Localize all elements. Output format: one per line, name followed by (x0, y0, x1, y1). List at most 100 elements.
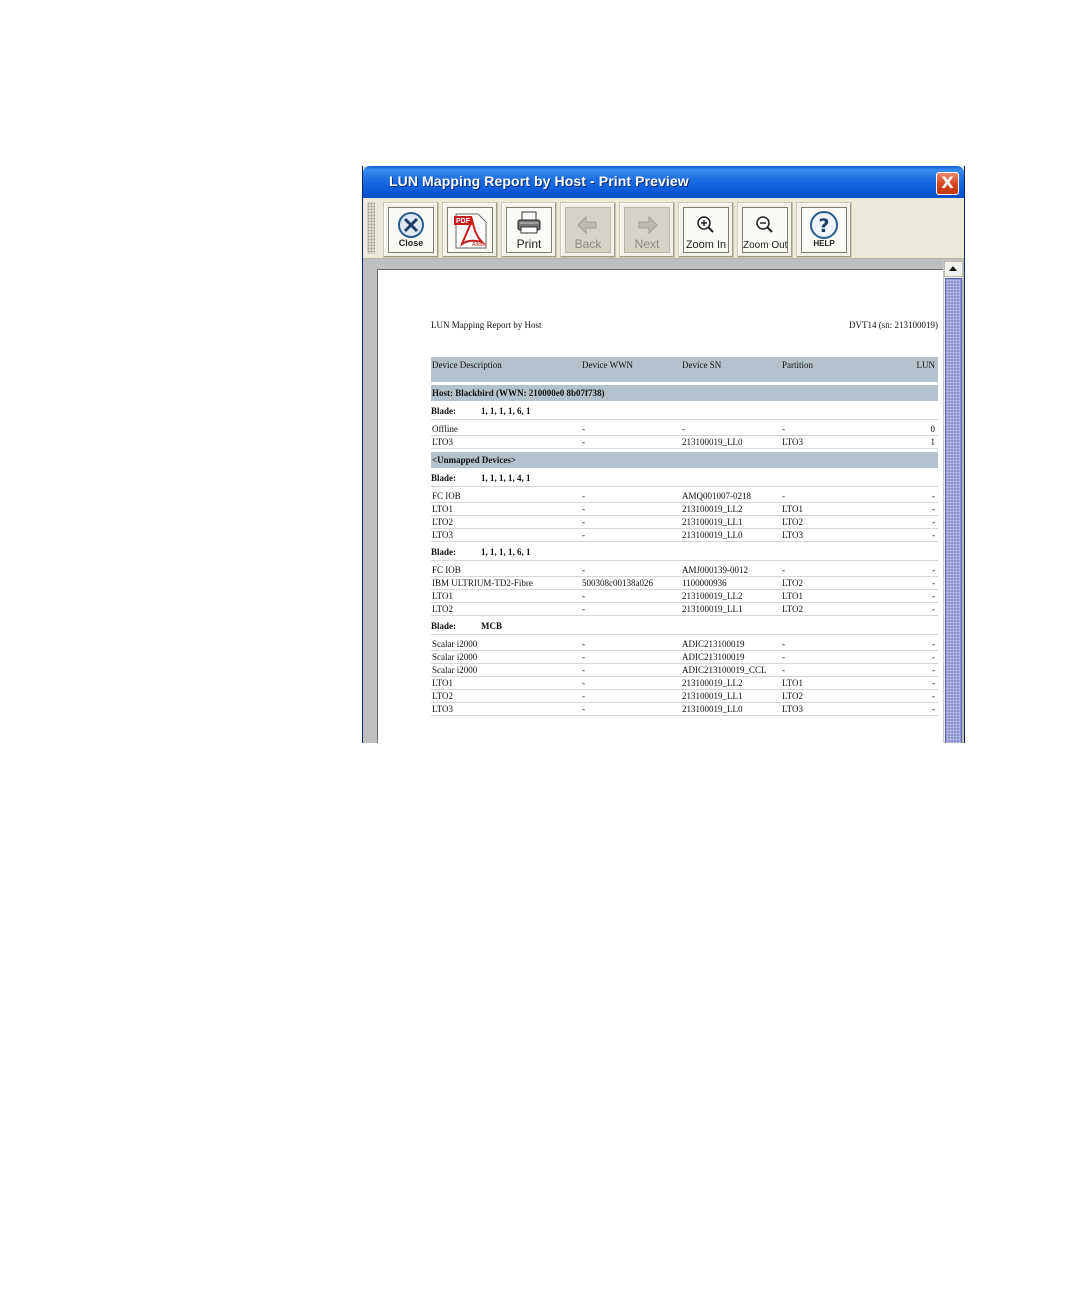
table-cell: - (932, 604, 935, 614)
table-cell: - (582, 639, 585, 649)
table-row: LTO1 - 213100019_LL2 LTO1 - (431, 677, 938, 690)
close-button-label: Close (398, 238, 424, 248)
table-cell: LTO2 (782, 691, 804, 701)
table-cell: LTO2 (432, 604, 454, 614)
table-cell: LTO3 (782, 704, 804, 714)
table-cell: - (782, 665, 785, 675)
table-row: Scalar i2000 - ADIC213100019 - - (431, 651, 938, 664)
table-cell: LTO1 (432, 591, 454, 601)
table-cell: - (582, 565, 585, 575)
table-cell: LTO2 (432, 691, 454, 701)
window-title: LUN Mapping Report by Host - Print Previ… (389, 173, 689, 189)
table-cell: - (682, 424, 685, 434)
vertical-scrollbar[interactable] (943, 261, 963, 743)
next-button[interactable]: Next (619, 202, 675, 258)
table-cell: - (582, 678, 585, 688)
table-cell: FC IOB (432, 565, 461, 575)
column-header: Partition (782, 360, 813, 370)
scroll-up-button[interactable] (944, 261, 963, 277)
toolbar-grip[interactable] (367, 202, 375, 254)
zoom-in-button[interactable]: Zoom In (678, 202, 734, 258)
table-cell: - (582, 665, 585, 675)
table-row: LTO2 - 213100019_LL1 LTO2 - (431, 603, 938, 616)
column-header: Device SN (682, 360, 722, 370)
zoom-out-button[interactable]: Zoom Out (737, 202, 793, 258)
table-row: Scalar i2000 - ADIC213100019_CCL - - (431, 664, 938, 677)
table-cell: 213100019_LL0 (682, 530, 743, 540)
blade-label: Blade: (431, 473, 457, 483)
window-close-button[interactable]: X (936, 172, 959, 195)
table-cell: - (932, 678, 935, 688)
table-cell: AMQ001007-0218 (682, 491, 751, 501)
table-cell: 213100019_LL0 (682, 437, 743, 447)
table-row: LTO2 - 213100019_LL1 LTO2 - (431, 516, 938, 529)
zoom-in-button-label: Zoom In (685, 239, 727, 251)
blade-value: 1, 1, 1, 1, 6, 1 (481, 547, 531, 557)
table-cell: - (932, 491, 935, 501)
preview-area: LUN Mapping Report by Host DVT14 (sn: 21… (363, 259, 964, 743)
table-cell: - (582, 530, 585, 540)
blade-label: Blade: (431, 621, 457, 631)
table-cell: - (782, 639, 785, 649)
table-cell: - (782, 491, 785, 501)
back-button[interactable]: Back (560, 202, 616, 258)
table-cell: - (782, 424, 785, 434)
table-cell: - (932, 565, 935, 575)
table-cell: IBM ULTRIUM-TD2-Fibre (432, 578, 533, 588)
section-heading: <Unmapped Devices> (431, 452, 938, 468)
adobe-pdf-icon: PDF Adobe (454, 213, 487, 249)
table-cell: 213100019_LL0 (682, 704, 743, 714)
table-cell: LTO1 (432, 678, 454, 688)
table-cell: LTO2 (432, 517, 454, 527)
table-cell: - (932, 517, 935, 527)
scroll-thumb[interactable] (945, 278, 962, 743)
table-cell: - (582, 504, 585, 514)
help-button-label: HELP (813, 239, 835, 248)
table-cell: - (582, 591, 585, 601)
table-row: Offline - - - 0 (431, 423, 938, 436)
table-cell: Scalar i2000 (432, 665, 478, 675)
table-cell: 500308c00138a026 (582, 578, 653, 588)
blade-heading: Blade: 1, 1, 1, 1, 4, 1 (431, 470, 938, 487)
blade-value: 1, 1, 1, 1, 4, 1 (481, 473, 531, 483)
blade-heading: Blade: 1, 1, 1, 1, 6, 1 (431, 403, 938, 420)
table-cell: LTO1 (782, 504, 804, 514)
blade-label: Blade: (431, 547, 457, 557)
table-cell: LTO3 (782, 437, 804, 447)
blade-heading: Blade: 1, 1, 1, 1, 6, 1 (431, 544, 938, 561)
print-button[interactable]: Print (501, 202, 557, 258)
table-cell: ADIC213100019 (682, 639, 745, 649)
report-page: LUN Mapping Report by Host DVT14 (sn: 21… (377, 269, 944, 743)
table-cell: - (932, 591, 935, 601)
blade-heading: Blade: MCB (431, 618, 938, 635)
table-cell: LTO3 (782, 530, 804, 540)
table-cell: LTO1 (432, 504, 454, 514)
column-header-bar: Device Description Device WWN Device SN … (431, 357, 938, 382)
table-cell: - (582, 424, 585, 434)
table-cell: - (582, 517, 585, 527)
back-button-label: Back (574, 237, 602, 251)
table-cell: FC IOB (432, 491, 461, 501)
table-row: LTO1 - 213100019_LL2 LTO1 - (431, 503, 938, 516)
report-body: Host: Blackbird (WWN: 210000e0 8b07f738)… (431, 385, 938, 716)
table-cell: 213100019_LL2 (682, 591, 743, 601)
table-cell: Scalar i2000 (432, 639, 478, 649)
table-cell: - (932, 639, 935, 649)
help-button[interactable]: ? HELP (796, 202, 852, 258)
table-row: LTO3 - 213100019_LL0 LTO3 - (431, 529, 938, 542)
table-cell: - (932, 691, 935, 701)
table-cell: LTO2 (782, 517, 804, 527)
table-cell: - (582, 437, 585, 447)
pdf-button[interactable]: PDF Adobe (442, 202, 498, 258)
table-cell: LTO2 (782, 578, 804, 588)
table-cell: 0 (930, 424, 936, 434)
report: LUN Mapping Report by Host DVT14 (sn: 21… (431, 320, 938, 716)
title-bar[interactable]: LUN Mapping Report by Host - Print Previ… (363, 166, 964, 198)
table-cell: 213100019_LL2 (682, 678, 743, 688)
table-cell: - (782, 652, 785, 662)
table-cell: - (582, 652, 585, 662)
table-cell: LTO2 (782, 604, 804, 614)
close-button[interactable]: Close (383, 202, 439, 258)
table-cell: LTO3 (432, 704, 454, 714)
table-cell: - (932, 652, 935, 662)
